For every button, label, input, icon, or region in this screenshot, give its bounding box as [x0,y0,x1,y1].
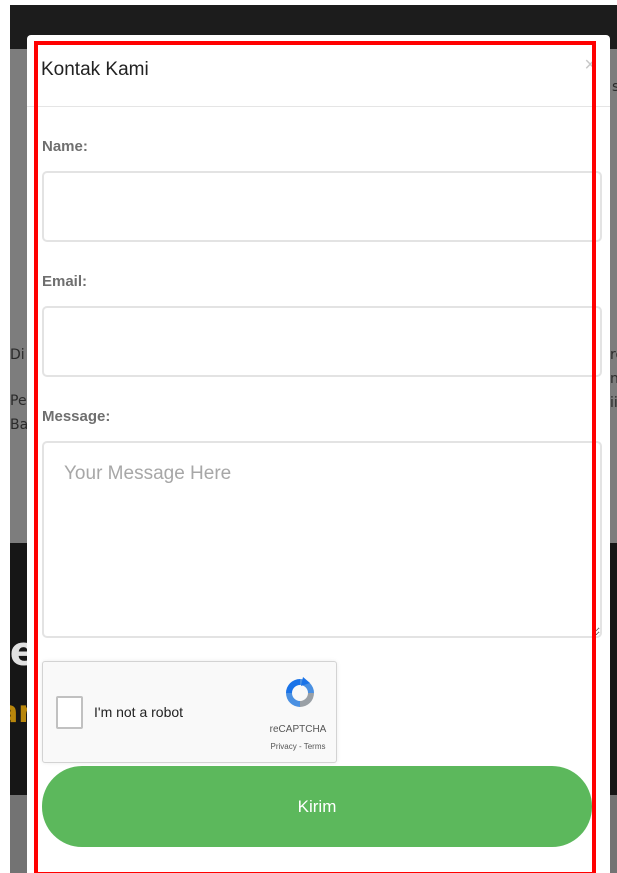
close-icon[interactable]: × [584,55,596,75]
contact-modal: Kontak Kami × Name: Email: Message: I'm … [27,35,610,873]
email-label: Email: [42,273,88,290]
recaptcha-checkbox[interactable] [56,696,83,729]
recaptcha-label: I'm not a robot [94,704,184,720]
background-text-fragment: s [612,79,617,95]
message-label: Message: [42,408,111,425]
background-text-fragment: Di [10,347,25,363]
message-textarea[interactable] [42,441,602,638]
submit-button[interactable]: Kirim [42,766,592,847]
recaptcha-brand: reCAPTCHA [269,724,327,735]
background-text-fragment: ii [610,395,617,411]
background-text-fragment: Ba [10,417,29,433]
recaptcha-logo-icon [286,677,314,707]
email-input[interactable] [42,306,602,377]
background-text-fragment: n [610,371,617,387]
recaptcha-privacy-link[interactable]: Privacy [271,742,297,751]
name-label: Name: [42,138,88,155]
background-text-fragment: ro [610,347,617,363]
recaptcha-links-separator: - [296,742,304,751]
recaptcha-terms-link[interactable]: Terms [304,742,326,751]
modal-title: Kontak Kami [41,59,149,80]
recaptcha-widget: I'm not a robot reCAPTCHA Privacy - Term… [42,661,337,763]
name-input[interactable] [42,171,602,242]
background-text-fragment: Pe [10,393,27,409]
modal-header: Kontak Kami × [27,35,610,107]
recaptcha-links: Privacy - Terms [264,742,332,751]
